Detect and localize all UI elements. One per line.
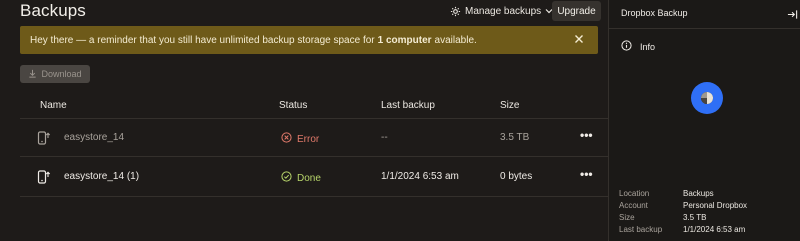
column-header-status[interactable]: Status [279, 100, 307, 111]
gear-icon [450, 6, 461, 17]
panel-divider [609, 28, 800, 29]
column-header-name[interactable]: Name [40, 100, 67, 111]
manage-backups-button[interactable]: Manage backups [450, 1, 553, 21]
collapse-panel-icon[interactable] [787, 7, 798, 25]
page-title: Backups [20, 1, 86, 20]
detail-key: Account [619, 201, 648, 210]
row-name: easystore_14 [64, 132, 125, 143]
status-text: Error [297, 133, 320, 145]
manage-backups-label: Manage backups [465, 5, 542, 17]
error-x-circle-icon [281, 132, 292, 146]
external-drive-icon [36, 129, 52, 151]
dropbox-backup-logo [687, 78, 727, 123]
banner-text: Hey there — a reminder that you still ha… [30, 34, 375, 46]
row-name: easystore_14 (1) [64, 171, 140, 182]
status-text: Done [297, 172, 321, 184]
column-header-last-backup[interactable]: Last backup [381, 100, 435, 111]
info-section: Info [621, 40, 655, 53]
storage-reminder-banner: Hey there — a reminder that you still ha… [20, 26, 598, 54]
banner-bold-text: 1 computer [377, 34, 432, 46]
detail-key: Size [619, 213, 635, 222]
row-size: 3.5 TB [500, 132, 530, 143]
detail-value: Personal Dropbox [683, 201, 748, 210]
column-header-size[interactable]: Size [500, 100, 519, 111]
download-icon [28, 69, 37, 80]
external-drive-icon [36, 168, 52, 190]
upgrade-button[interactable]: Upgrade [552, 1, 601, 21]
more-icon[interactable]: ••• [580, 167, 593, 181]
row-size: 0 bytes [500, 171, 533, 182]
check-circle-icon [281, 171, 292, 185]
row-divider [20, 156, 608, 157]
detail-value: Backups [683, 189, 714, 198]
panel-title: Dropbox Backup [621, 8, 688, 18]
row-status: Error [281, 132, 319, 146]
header-divider [20, 118, 608, 119]
detail-key: Location [619, 189, 650, 198]
detail-value: 3.5 TB [683, 213, 707, 222]
download-label: Download [41, 69, 82, 79]
main-area: Backups Manage backups Upgrade Hey there… [0, 0, 608, 241]
row-divider [20, 196, 608, 197]
download-button[interactable]: Download [20, 65, 90, 83]
details-panel: Dropbox Backup Info Location Backups Acc… [608, 0, 800, 241]
row-last-backup: -- [381, 132, 388, 143]
detail-value: 1/1/2024 6:53 am [683, 225, 746, 234]
banner-text-end: available. [434, 34, 477, 46]
more-icon[interactable]: ••• [580, 128, 593, 142]
detail-key: Last backup [619, 225, 663, 234]
info-label: Info [640, 41, 656, 52]
close-icon[interactable] [574, 34, 584, 47]
row-status: Done [281, 171, 321, 185]
info-icon [621, 40, 632, 53]
row-last-backup: 1/1/2024 6:53 am [381, 171, 459, 182]
